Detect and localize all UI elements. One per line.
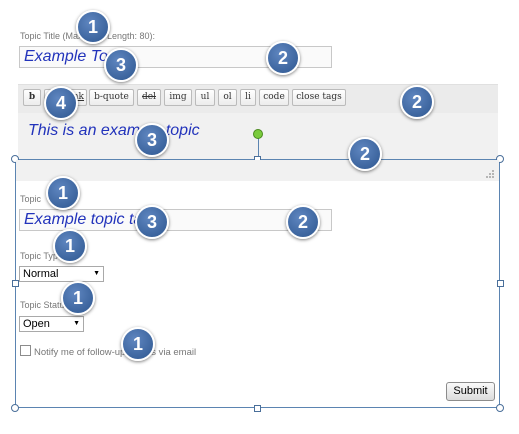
- resize-handle-right[interactable]: [497, 280, 504, 287]
- callout-badge: 1: [53, 229, 87, 263]
- resize-handle-bottom[interactable]: [254, 405, 261, 412]
- rotate-handle[interactable]: [253, 129, 263, 139]
- callout-badge: 2: [266, 41, 300, 75]
- toolbar-ul-button[interactable]: ul: [195, 89, 215, 106]
- topic-status-value: Open: [23, 318, 50, 330]
- toolbar-close-tags-button[interactable]: close tags: [292, 89, 346, 106]
- toolbar-img-button[interactable]: img: [164, 89, 192, 106]
- toolbar-del-button[interactable]: del: [137, 89, 161, 106]
- callout-badge: 1: [121, 327, 155, 361]
- content-area-continuation: [16, 160, 499, 181]
- toolbar-code-button[interactable]: code: [259, 89, 289, 106]
- chevron-down-icon: ▼: [73, 320, 80, 327]
- toolbar-ol-button[interactable]: ol: [218, 89, 237, 106]
- resize-handle-bottom-right[interactable]: [496, 404, 504, 412]
- callout-badge: 3: [135, 123, 169, 157]
- callout-badge: 2: [400, 85, 434, 119]
- callout-badge: 2: [286, 205, 320, 239]
- resize-handle-bottom-left[interactable]: [11, 404, 19, 412]
- callout-badge: 4: [44, 86, 78, 120]
- submit-button[interactable]: Submit: [446, 382, 495, 401]
- chevron-down-icon: ▼: [93, 270, 100, 277]
- content-text: This is an example topic: [28, 122, 200, 139]
- callout-badge: 3: [135, 205, 169, 239]
- notify-checkbox[interactable]: [20, 345, 31, 356]
- toolbar-blockquote-button[interactable]: b-quote: [89, 89, 134, 106]
- topic-status-select[interactable]: Open ▼: [19, 316, 84, 332]
- callout-badge: 1: [76, 10, 110, 44]
- callout-badge: 3: [104, 48, 138, 82]
- callout-badge: 1: [46, 176, 80, 210]
- resize-handle-left[interactable]: [12, 280, 19, 287]
- toolbar-bold-button[interactable]: b: [23, 89, 41, 106]
- topic-type-select[interactable]: Normal ▼: [19, 266, 104, 282]
- notify-label: Notify me of follow-up replies via email: [34, 347, 197, 358]
- topic-tags-label: Topic: [20, 194, 42, 204]
- toolbar-li-button[interactable]: li: [240, 89, 256, 106]
- callout-badge: 2: [348, 137, 382, 171]
- topic-type-value: Normal: [23, 268, 59, 280]
- resize-grip-icon[interactable]: [484, 168, 495, 179]
- callout-badge: 1: [61, 281, 95, 315]
